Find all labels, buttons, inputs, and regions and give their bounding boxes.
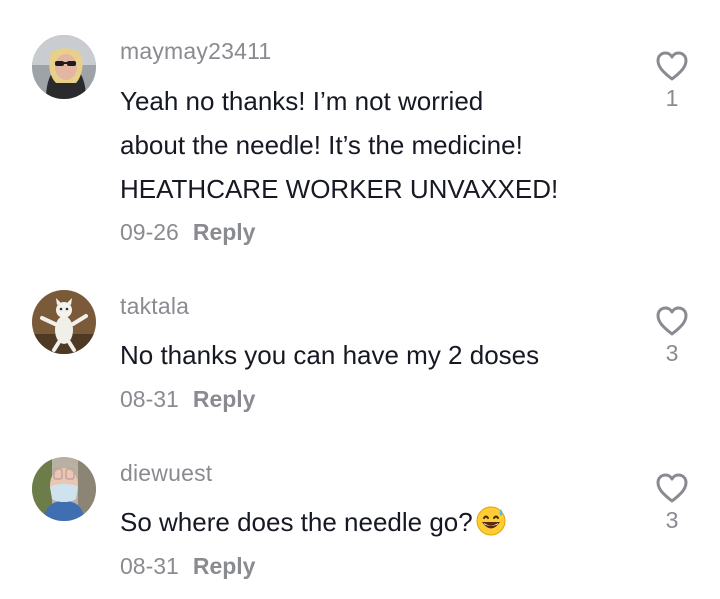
avatar[interactable] xyxy=(32,457,96,521)
comment-username[interactable]: taktala xyxy=(120,291,189,321)
comment-username[interactable]: maymay23411 xyxy=(120,36,271,66)
like-count: 1 xyxy=(665,85,679,111)
comment-meta: 09-26 Reply xyxy=(120,217,255,247)
comment-date: 08-31 xyxy=(120,553,179,579)
like-button[interactable]: 3 xyxy=(652,472,692,534)
comment-text-content: So where does the needle go? xyxy=(120,507,473,537)
heart-icon xyxy=(656,473,688,503)
reply-button[interactable]: Reply xyxy=(193,553,256,579)
comment-text-line: Yeah no thanks! I’m not worried xyxy=(120,86,484,116)
like-button[interactable]: 1 xyxy=(652,50,692,112)
comment-meta: 08-31 Reply xyxy=(120,384,255,414)
comment-text: No thanks you can have my 2 doses xyxy=(120,340,540,370)
avatar[interactable] xyxy=(32,35,96,99)
woman-with-sunglasses-avatar-icon xyxy=(32,35,96,99)
comment-meta: 08-31 Reply xyxy=(120,551,255,581)
heart-icon xyxy=(656,51,688,81)
comment-date: 09-26 xyxy=(120,219,179,245)
heart-icon xyxy=(656,306,688,336)
comment-date: 08-31 xyxy=(120,386,179,412)
comment-text-line: about the needle! It’s the medicine! xyxy=(120,130,523,160)
reply-button[interactable]: Reply xyxy=(193,219,256,245)
comment-list: maymay23411 Yeah no thanks! I’m not worr… xyxy=(0,0,720,599)
reply-button[interactable]: Reply xyxy=(193,386,256,412)
masked-person-avatar-icon xyxy=(32,457,96,521)
avatar[interactable] xyxy=(32,290,96,354)
comment-username[interactable]: diewuest xyxy=(120,458,212,488)
like-button[interactable]: 3 xyxy=(652,305,692,367)
white-cat-figure-avatar-icon xyxy=(32,290,96,354)
like-count: 3 xyxy=(665,507,679,533)
comment-text: So where does the needle go? xyxy=(120,500,620,544)
comment-text: Yeah no thanks! I’m not worried about th… xyxy=(120,79,620,211)
like-count: 3 xyxy=(665,340,679,366)
grinning-sweat-emoji-icon xyxy=(476,506,506,536)
comment-text-line: HEATHCARE WORKER UNVAXXED! xyxy=(120,174,559,204)
